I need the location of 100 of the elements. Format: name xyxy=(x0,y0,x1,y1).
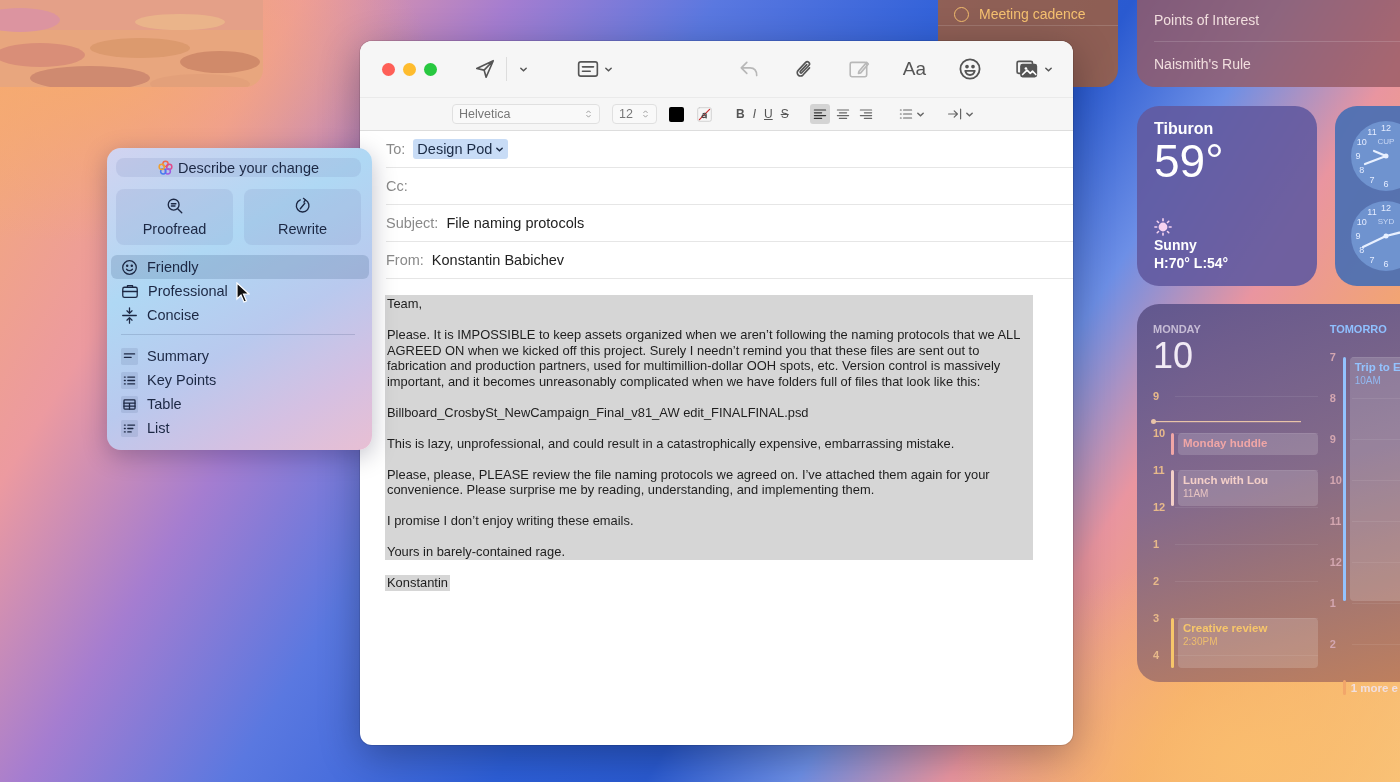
clock-number: 11 xyxy=(1367,127,1377,137)
event-time: 11AM xyxy=(1183,487,1210,500)
sun-icon xyxy=(1154,218,1172,236)
smiley-icon xyxy=(958,57,982,81)
format-menu-item[interactable]: List xyxy=(111,416,369,440)
proofread-button[interactable]: Proofread xyxy=(116,189,233,245)
magnifier-icon xyxy=(165,197,184,215)
hour-label: 11 xyxy=(1329,514,1342,528)
clock-number: 8 xyxy=(1359,245,1365,255)
clock-number: 12 xyxy=(1381,203,1391,213)
field-label: To: xyxy=(386,141,406,157)
clock-number: 10 xyxy=(1356,137,1367,147)
describe-change-button[interactable]: Describe your change xyxy=(116,158,361,177)
body-paragraph: Please. It is IMPOSSIBLE to keep assets organized when we aren’t following the naming protocols that we ALL AGREED ON when we kicked off this project. Surely I needn’t remind you that these files are sent out to fabrication and production partners, used for multimillion-dollar OOH spots, etc. Version control is massively important, and it becomes unreasonably complicated when we have folders full of files that look like this: xyxy=(387,327,1021,390)
format-menu-item[interactable]: Summary xyxy=(111,344,369,368)
font-size-select[interactable]: 12 xyxy=(612,104,657,124)
table-icon xyxy=(121,395,138,413)
clock-number: 7 xyxy=(1369,255,1375,265)
clock-number: 7 xyxy=(1369,175,1375,185)
body-paragraph: Team, xyxy=(387,296,424,312)
caret-icon xyxy=(915,109,925,119)
align-icon xyxy=(857,106,874,122)
tone-menu-item[interactable]: Professional xyxy=(111,279,369,303)
bullet-list-icon xyxy=(897,106,914,122)
text-style-button[interactable]: S xyxy=(777,107,792,121)
hour-label: 8 xyxy=(1329,391,1336,405)
hour-label: 7 xyxy=(1329,350,1336,364)
event-title: Lunch with Lou xyxy=(1183,473,1269,487)
field-label: From: xyxy=(386,252,424,268)
format-menu-item[interactable]: Table xyxy=(111,392,369,416)
clock-number: 6 xyxy=(1383,179,1389,189)
body-paragraph: Yours in barely-contained rage. xyxy=(387,544,566,560)
field-label: Subject: xyxy=(386,215,439,231)
clock-number: 12 xyxy=(1381,123,1391,133)
day-label: TOMORRO xyxy=(1329,322,1388,336)
weather-high-low: H:70° L:54° xyxy=(1154,254,1230,272)
event-title: Monday huddle xyxy=(1183,436,1269,450)
photo-icon xyxy=(1014,58,1040,80)
briefcase-icon xyxy=(121,282,139,300)
event-title: Trip to E xyxy=(1354,360,1400,374)
event-title: Creative review xyxy=(1183,621,1269,635)
text-style-button[interactable]: B xyxy=(733,107,748,121)
hour-label: 1 xyxy=(1153,537,1160,551)
format-button[interactable]: Aa xyxy=(900,55,928,83)
close-button[interactable] xyxy=(382,62,395,76)
list-style-button[interactable] xyxy=(897,106,925,122)
event-time: 10AM xyxy=(1354,374,1382,387)
caret-icon xyxy=(604,64,613,74)
clock-city: SYD xyxy=(1377,216,1395,226)
hour-label: 12 xyxy=(1153,500,1166,514)
format-menu-item[interactable]: Key Points xyxy=(111,368,369,392)
clock-number: 9 xyxy=(1355,231,1361,241)
reminder-title: Meeting cadence xyxy=(979,6,1086,22)
weather-condition: Sunny xyxy=(1154,236,1198,254)
clock-city: CUP xyxy=(1377,136,1395,146)
text-style-button[interactable]: I xyxy=(749,107,759,121)
pointer-cursor-icon xyxy=(236,282,250,303)
weather-temperature: 59° xyxy=(1154,136,1225,186)
text-style-button[interactable]: U xyxy=(761,107,776,121)
indent-icon xyxy=(946,106,963,122)
body-paragraph: This is lazy, unprofessional, and could result in a catastrophically expensive, embarrassing mistake. xyxy=(387,435,956,452)
hour-label: 3 xyxy=(1153,611,1160,625)
align-button[interactable] xyxy=(809,104,830,124)
list-window-icon xyxy=(576,58,600,80)
tone-menu-item[interactable]: Concise xyxy=(111,303,369,327)
body-paragraph: Please, please, PLEASE review the file naming protocols we agreed on. I’ve attached them again for your convenience. Please surprise me by reading, understanding, and implementing them. xyxy=(387,466,991,498)
place-item[interactable]: Points of Interest xyxy=(1154,0,1400,42)
stepper-icon xyxy=(584,108,593,120)
hour-label: 11 xyxy=(1153,463,1165,477)
clock-number: 6 xyxy=(1383,259,1389,269)
compress-arrows-icon xyxy=(121,306,138,324)
align-icon xyxy=(834,106,851,122)
list-lines-icon xyxy=(121,419,138,437)
send-icon xyxy=(474,58,496,80)
field-label: Cc: xyxy=(386,178,408,194)
caret-icon xyxy=(495,144,505,154)
hour-label: 10 xyxy=(1153,426,1166,440)
indent-button[interactable] xyxy=(946,106,974,122)
bullet-list-icon xyxy=(121,371,138,389)
place-item[interactable]: Naismith's Rule xyxy=(1154,42,1400,86)
font-select[interactable]: Helvetica xyxy=(452,104,600,124)
tone-menu-item[interactable]: Friendly xyxy=(111,255,369,279)
recipient-token[interactable]: Design Pod xyxy=(413,139,509,159)
clock-number: 8 xyxy=(1359,165,1365,175)
event-time: 2:30PM xyxy=(1183,635,1219,648)
hour-label: 2 xyxy=(1153,574,1160,588)
body-paragraph: Billboard_CrosbySt_NewCampaign_Final_v81_AW edit_FINALFINAL.psd xyxy=(387,404,810,421)
hour-label: 4 xyxy=(1153,648,1160,662)
text-color-swatch[interactable] xyxy=(669,106,684,122)
field-value: File naming protocols xyxy=(446,215,585,231)
caret-icon xyxy=(519,64,528,74)
align-icon xyxy=(811,106,828,122)
caret-icon xyxy=(1044,64,1053,74)
summary-lines-icon xyxy=(121,347,138,365)
caret-icon xyxy=(964,109,974,119)
hour-label: 9 xyxy=(1153,389,1160,403)
circular-arrow-icon xyxy=(293,197,312,215)
smiley-icon xyxy=(121,258,138,276)
rewrite-button[interactable]: Rewrite xyxy=(244,189,361,245)
day-date: 10 xyxy=(1153,336,1195,376)
